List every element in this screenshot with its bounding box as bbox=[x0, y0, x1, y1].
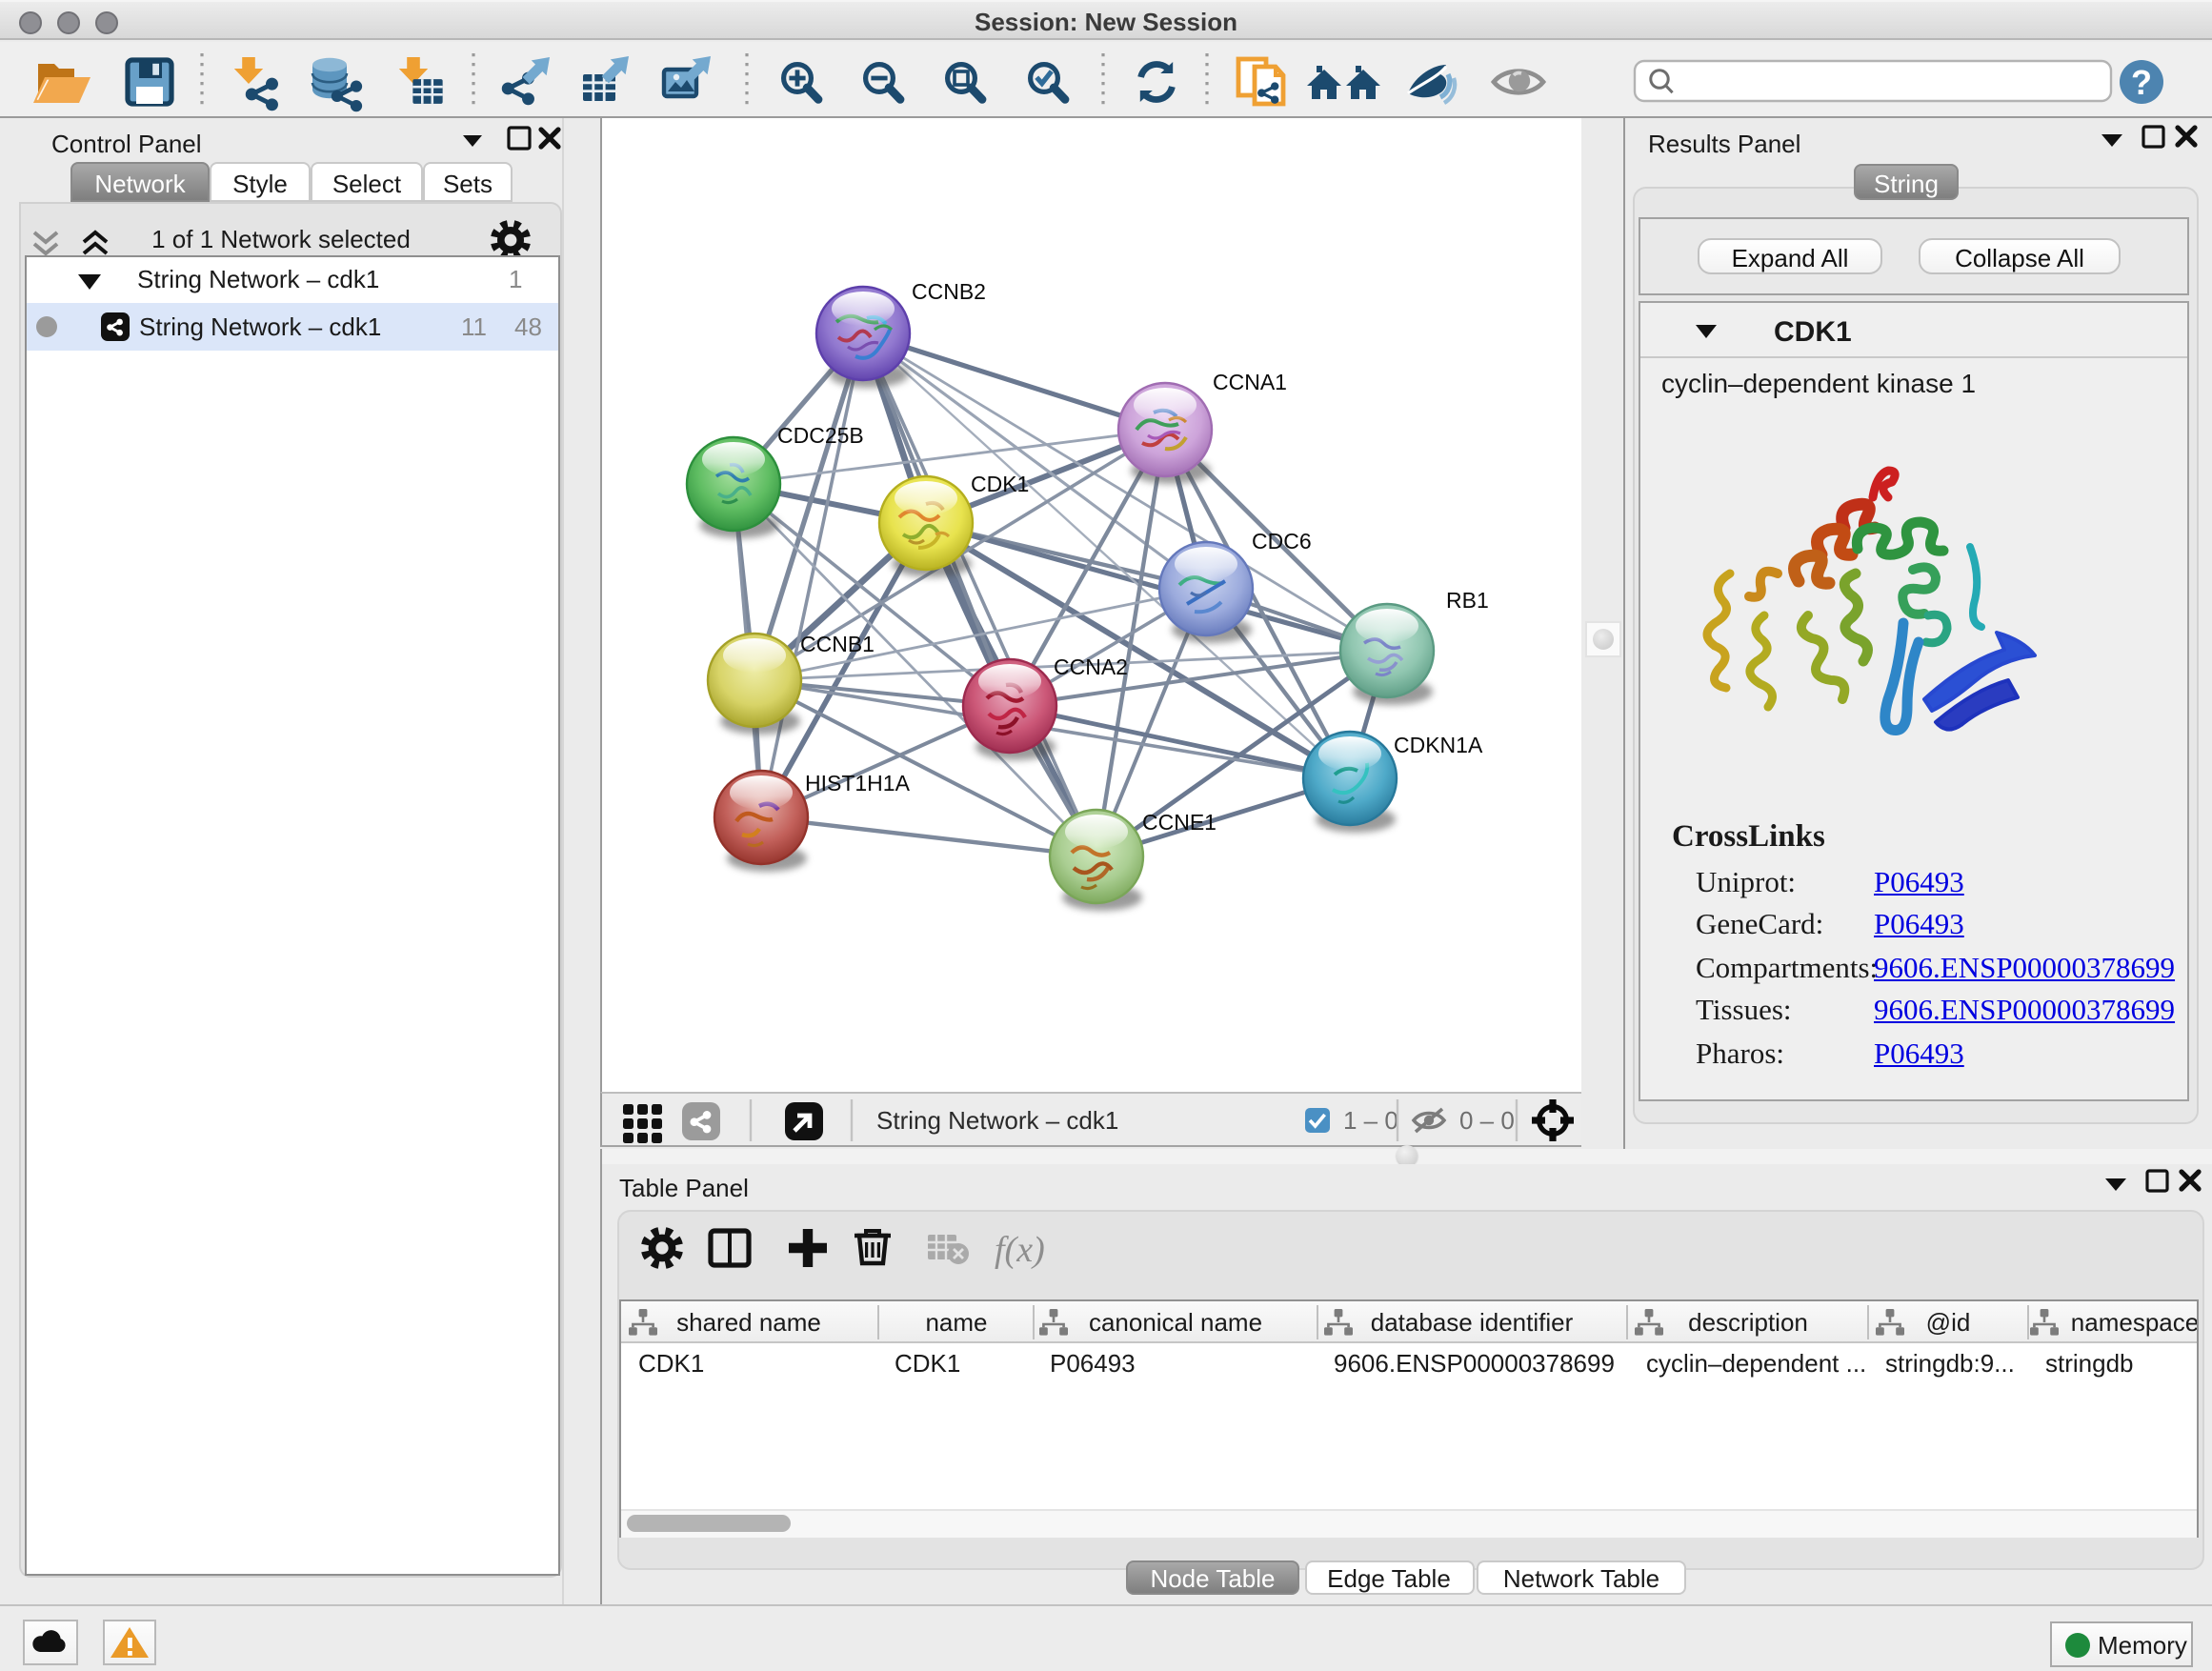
svg-text:description: description bbox=[1688, 1307, 1808, 1336]
svg-text:shared name: shared name bbox=[676, 1307, 821, 1336]
svg-text:f(x): f(x) bbox=[995, 1230, 1045, 1270]
svg-text:CCNE1: CCNE1 bbox=[1142, 810, 1217, 835]
svg-text:CDK1: CDK1 bbox=[971, 472, 1029, 496]
svg-text:database identifier: database identifier bbox=[1371, 1307, 1574, 1336]
svg-text:?: ? bbox=[2131, 63, 2152, 102]
svg-text:name: name bbox=[925, 1307, 987, 1336]
svg-text:0 – 0: 0 – 0 bbox=[1459, 1106, 1515, 1135]
svg-text:namespace: namespace bbox=[2071, 1307, 2197, 1336]
svg-text:CDKN1A: CDKN1A bbox=[1394, 733, 1483, 757]
svg-text:CCNB2: CCNB2 bbox=[912, 279, 986, 304]
svg-text:1 – 0: 1 – 0 bbox=[1343, 1106, 1398, 1135]
svg-text:HIST1H1A: HIST1H1A bbox=[805, 771, 911, 795]
svg-text:RB1: RB1 bbox=[1446, 588, 1489, 613]
svg-text:CCNB1: CCNB1 bbox=[800, 632, 875, 656]
svg-text:@id: @id bbox=[1926, 1307, 1971, 1336]
svg-text:canonical name: canonical name bbox=[1089, 1307, 1262, 1336]
svg-text:String Network – cdk1: String Network – cdk1 bbox=[876, 1106, 1118, 1135]
svg-text:CCNA1: CCNA1 bbox=[1213, 370, 1287, 394]
svg-text:CDC6: CDC6 bbox=[1252, 529, 1312, 554]
svg-text:CCNA2: CCNA2 bbox=[1054, 654, 1128, 679]
svg-text:CDC25B: CDC25B bbox=[777, 423, 864, 448]
